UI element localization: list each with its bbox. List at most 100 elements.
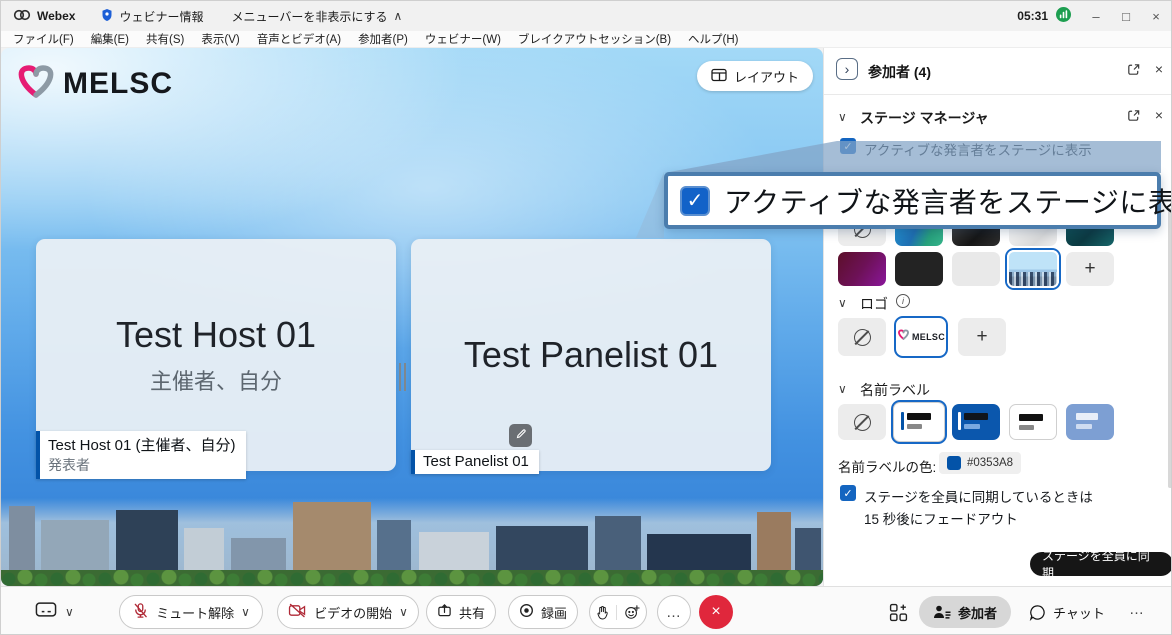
melsc-heart-icon	[15, 60, 57, 107]
reactions-button[interactable]	[617, 604, 647, 620]
start-video-button-label: ビデオの開始	[314, 603, 392, 622]
hand-icon	[596, 605, 609, 620]
tile-panelist-title: Test Panelist 01	[464, 334, 718, 376]
apps-icon	[889, 603, 908, 622]
logo-section-title: ロゴ	[860, 294, 888, 314]
tile-host-subtitle: 主催者、自分	[150, 364, 282, 396]
popout-participants-icon[interactable]	[1124, 60, 1142, 78]
background-thumb-black[interactable]	[895, 252, 943, 286]
active-speaker-checkbox-zoomed[interactable]: ✓	[680, 186, 710, 216]
webex-logo-icon	[13, 9, 31, 24]
close-stage-manager-icon[interactable]: ×	[1150, 106, 1168, 124]
chevron-down-icon: ∨	[399, 605, 408, 619]
participants-panel-title: 参加者 (4)	[868, 62, 931, 82]
control-bar: ∨ ミュート解除 ∨ ビデオの開始 ∨	[1, 586, 1171, 635]
menu-help[interactable]: ヘルプ(H)	[688, 31, 738, 47]
chevron-down-icon: ∨	[65, 605, 74, 619]
menu-share[interactable]: 共有(S)	[146, 31, 184, 47]
closed-captions-icon	[35, 601, 57, 623]
name-label-thumb-plain[interactable]	[1009, 404, 1057, 440]
background-thumb-purple[interactable]	[838, 252, 886, 286]
host-name-label-name: Test Host 01 (主催者、自分)	[48, 434, 236, 455]
chat-toggle-button[interactable]: チャット	[1029, 596, 1105, 628]
chat-icon	[1029, 604, 1046, 621]
webex-window: Webex ウェビナー情報 メニューバーを非表示にする ∧ 05:31 – □ …	[0, 0, 1172, 635]
video-stage: MELSC レイアウト Test Host 01 主催者、自分 Test Pan…	[1, 48, 823, 586]
sync-fade-checkbox[interactable]: ✓	[840, 485, 856, 501]
background-thumb-city-selected[interactable]	[1007, 250, 1059, 288]
collapse-name-label-icon[interactable]: ∨	[838, 382, 847, 396]
raise-hand-button[interactable]	[589, 605, 617, 620]
layout-grid-icon	[711, 68, 727, 85]
meeting-time: 05:31	[1017, 9, 1048, 23]
color-value: #0353A8	[967, 457, 1013, 469]
minimize-button[interactable]: –	[1081, 1, 1111, 31]
sync-fade-label-line1: ステージを全員に同期しているときは	[864, 486, 1093, 506]
plus-icon: +	[1084, 258, 1095, 280]
chevron-up-icon: ∧	[394, 9, 403, 23]
logo-thumb-melsc-selected[interactable]: MELSC	[894, 316, 948, 358]
hide-menubar-label: メニューバーを非表示にする	[231, 8, 387, 25]
zoom-callout: ✓ アクティブな発言者をステージに表示	[664, 172, 1161, 229]
popout-stage-manager-icon[interactable]	[1124, 106, 1142, 124]
color-swatch	[947, 456, 961, 470]
menu-webinar[interactable]: ウェビナー(W)	[425, 31, 501, 47]
close-window-button[interactable]: ×	[1141, 1, 1171, 31]
menu-file[interactable]: ファイル(F)	[13, 31, 74, 47]
webinar-info-label: ウェビナー情報	[119, 8, 203, 25]
name-label-thumb-lightblue[interactable]	[1066, 404, 1114, 440]
hide-menubar-button[interactable]: メニューバーを非表示にする ∧	[231, 8, 402, 25]
panelist-name-label-name: Test Panelist 01	[423, 453, 529, 470]
tile-resize-grip[interactable]	[399, 363, 406, 391]
collapse-stage-manager-icon[interactable]: ∨	[838, 110, 847, 124]
record-button-label: 録画	[541, 603, 567, 622]
collapse-participants-button[interactable]: ›	[836, 58, 858, 80]
menu-edit[interactable]: 編集(E)	[91, 31, 129, 47]
add-background-button[interactable]: +	[1066, 252, 1114, 286]
chevron-right-icon: ›	[845, 61, 850, 77]
video-tile-panelist[interactable]: Test Panelist 01	[411, 239, 771, 471]
start-video-button[interactable]: ビデオの開始 ∨	[277, 595, 419, 629]
app-title: Webex	[37, 9, 75, 23]
maximize-button[interactable]: □	[1111, 1, 1141, 31]
name-label-thumb-none[interactable]	[838, 404, 886, 440]
menu-view[interactable]: 表示(V)	[201, 31, 239, 47]
layout-button[interactable]: レイアウト	[697, 61, 813, 91]
panel-scrollbar[interactable]	[1168, 208, 1172, 488]
logo-thumb-none[interactable]	[838, 318, 886, 356]
brand-logo: MELSC	[15, 60, 173, 107]
unmute-button-label: ミュート解除	[156, 603, 234, 622]
connection-quality-icon[interactable]	[1056, 7, 1071, 25]
share-button[interactable]: 共有	[426, 595, 496, 629]
more-options-button[interactable]: …	[657, 595, 691, 629]
participants-toggle-button[interactable]: 参加者	[919, 596, 1011, 628]
share-icon	[437, 603, 452, 621]
close-participants-icon[interactable]: ×	[1150, 60, 1168, 78]
name-label-color-chip[interactable]: #0353A8	[939, 452, 1021, 474]
checkmark-icon: ✓	[843, 487, 852, 500]
edit-name-label-button[interactable]	[509, 424, 532, 447]
menu-participants[interactable]: 参加者(P)	[358, 31, 408, 47]
checkmark-icon: ✓	[687, 188, 704, 213]
apps-button[interactable]	[889, 595, 908, 629]
menu-audio-video[interactable]: 音声とビデオ(A)	[257, 31, 341, 47]
record-button[interactable]: 録画	[508, 595, 578, 629]
titlebar: Webex ウェビナー情報 メニューバーを非表示にする ∧ 05:31 – □ …	[1, 1, 1171, 31]
name-label-thumb-accent-selected[interactable]	[893, 402, 945, 442]
close-icon: ×	[711, 603, 720, 621]
webinar-info-button[interactable]: ウェビナー情報	[101, 8, 203, 25]
more-panels-button[interactable]: …	[1129, 601, 1145, 619]
end-call-button[interactable]: ×	[699, 595, 733, 629]
add-logo-button[interactable]: +	[958, 318, 1006, 356]
unmute-button[interactable]: ミュート解除 ∨	[119, 595, 263, 629]
captions-button[interactable]: ∨	[35, 601, 74, 623]
sync-stage-button[interactable]: ステージを全員に同期	[1030, 552, 1172, 576]
participants-toggle-label: 参加者	[958, 603, 997, 622]
collapse-logo-icon[interactable]: ∨	[838, 296, 847, 310]
layout-button-label: レイアウト	[734, 67, 799, 86]
info-icon[interactable]: i	[896, 294, 910, 308]
none-icon	[854, 329, 871, 346]
name-label-thumb-blue[interactable]	[952, 404, 1000, 440]
background-thumb-gray[interactable]	[952, 252, 1000, 286]
menu-breakout[interactable]: ブレイクアウトセッション(B)	[518, 31, 671, 47]
